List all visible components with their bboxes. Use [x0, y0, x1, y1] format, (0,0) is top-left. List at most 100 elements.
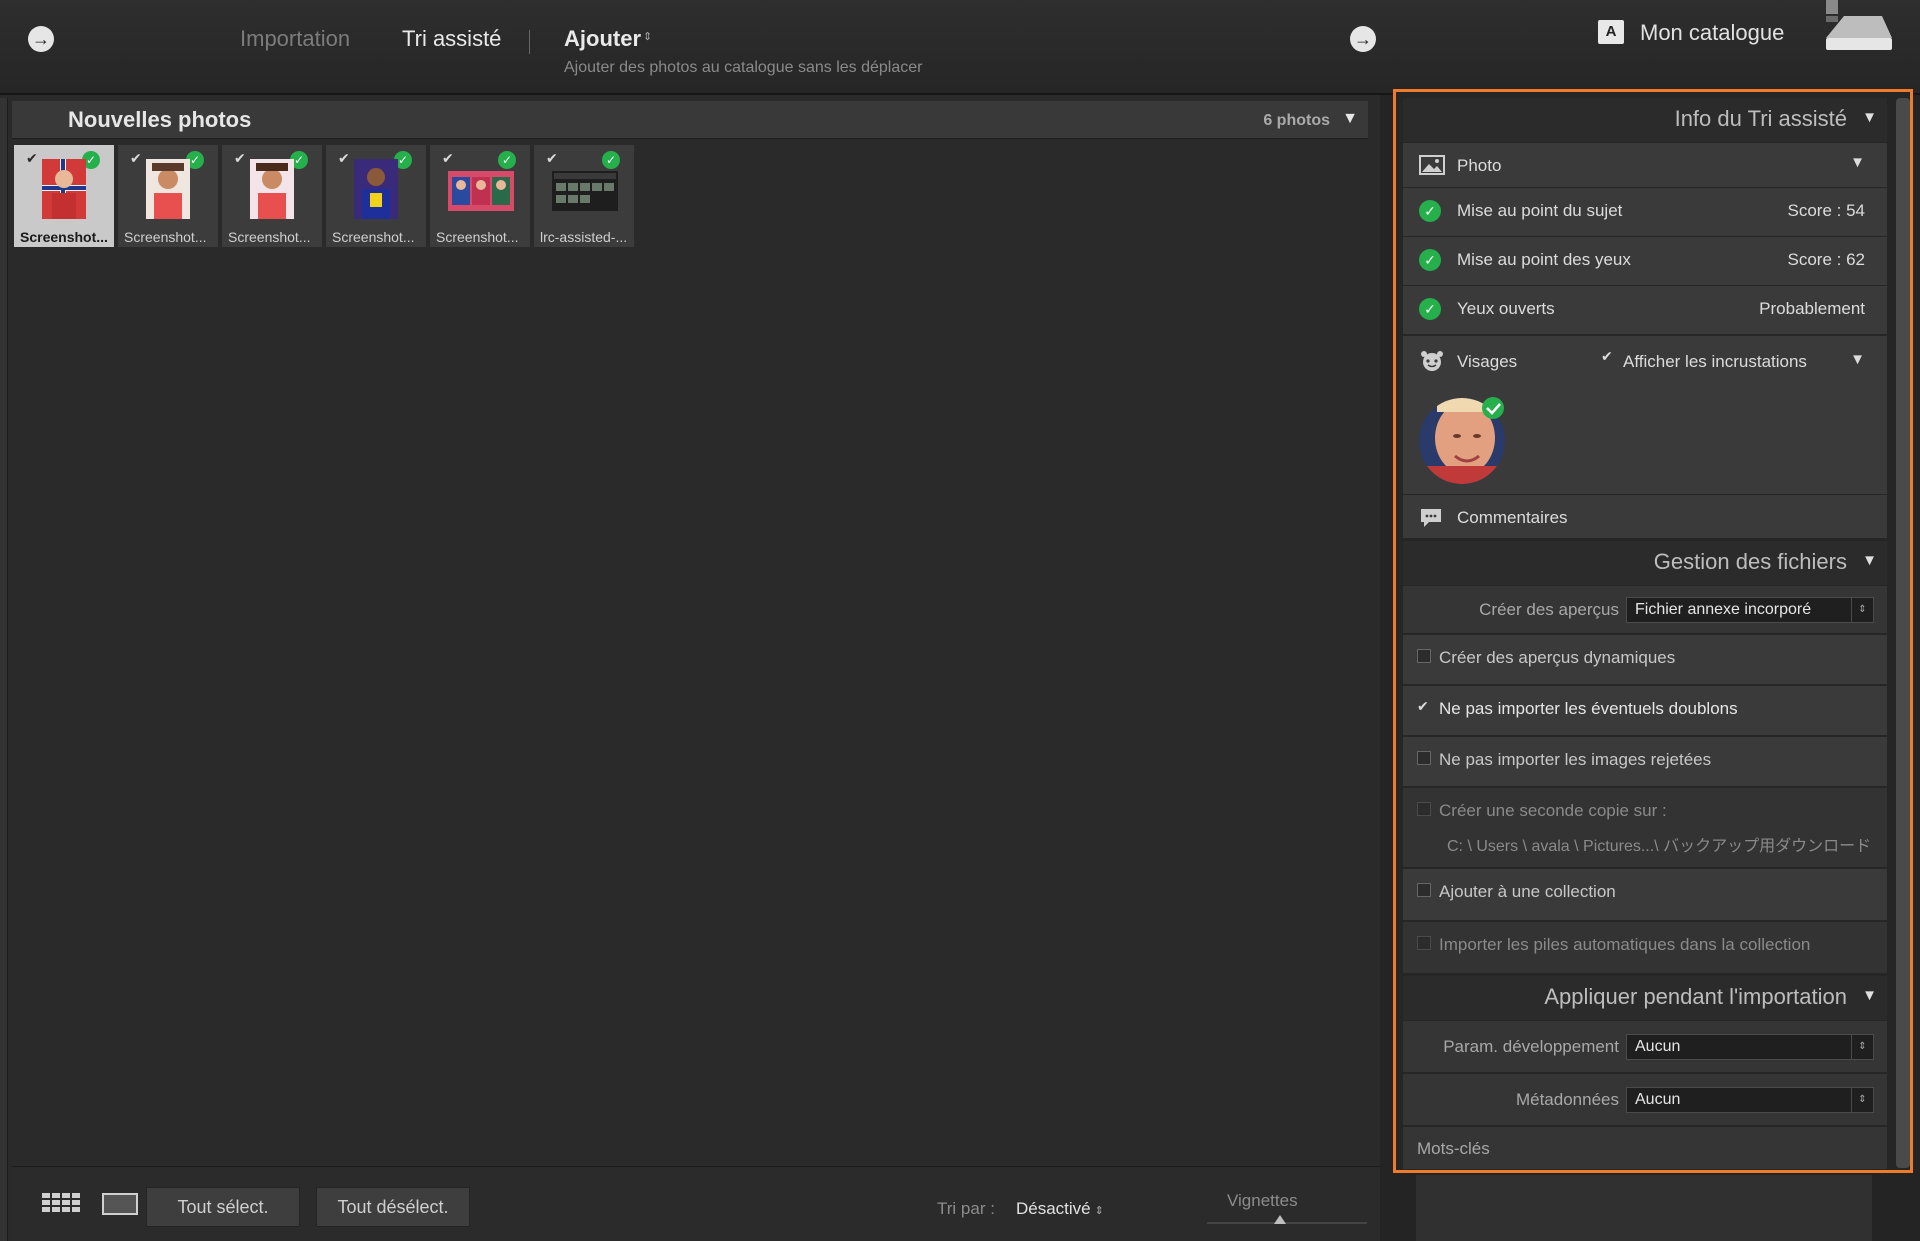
check-label: Mise au point du sujet [1457, 201, 1623, 220]
keywords-area[interactable] [1416, 1175, 1872, 1241]
face-icon [1421, 351, 1443, 371]
collapse-caret-icon[interactable]: ▼ [1862, 552, 1877, 569]
check-row: ✓ Yeux ouverts Probablement [1403, 286, 1887, 335]
forward-arrow-icon[interactable]: → [1350, 26, 1376, 52]
photo-thumbnail[interactable]: ✔ ✓ lrc-assisted-... [533, 144, 635, 248]
previews-select[interactable]: Fichier annexe incorporé ⇕ [1626, 597, 1874, 623]
check-circle-icon: ✓ [498, 151, 516, 169]
check-circle-icon: ✓ [602, 151, 620, 169]
checkbox-checked-icon[interactable]: ✔ [130, 151, 144, 165]
photo-row[interactable]: Photo ▼ [1403, 143, 1887, 188]
check-label: Yeux ouverts [1457, 299, 1555, 318]
keywords-label: Mots-clés [1417, 1139, 1490, 1158]
photo-label: Photo [1457, 156, 1502, 175]
thumbnail-caption: lrc-assisted-... [540, 229, 628, 245]
metadata-select[interactable]: Aucun ⇕ [1626, 1087, 1874, 1113]
section-title: Appliquer pendant l'importation [1544, 984, 1847, 1009]
comments-label: Commentaires [1457, 508, 1568, 527]
panel-scrollbar[interactable] [1896, 98, 1910, 1168]
bottom-toolbar: Tout sélect. Tout désélect. Tri par : Dé… [12, 1166, 1392, 1241]
show-overlays-label[interactable]: Afficher les incrustations [1623, 352, 1807, 372]
left-panel-edge[interactable] [0, 98, 8, 1241]
tab-ajouter[interactable]: Ajouter ⇕ [564, 26, 652, 52]
collapse-caret-icon[interactable]: ▼ [1862, 109, 1877, 126]
previews-label: Créer des aperçus [1479, 600, 1619, 619]
thumbnail-size-label: Vignettes [1227, 1191, 1298, 1210]
section-header-apply[interactable]: Appliquer pendant l'importation ▼ [1403, 976, 1887, 1020]
drive-icon[interactable] [1824, 0, 1894, 52]
stacks-label: Importer les piles automatiques dans la … [1439, 935, 1811, 954]
comments-row[interactable]: Commentaires [1403, 495, 1887, 539]
photo-thumbnail[interactable]: ✔ ✓ Screenshot... [13, 144, 115, 248]
option-label: Ne pas importer les éventuels doublons [1439, 699, 1738, 718]
image-icon [1419, 155, 1445, 175]
loupe-view-icon[interactable] [102, 1193, 138, 1215]
checkbox[interactable] [1417, 649, 1431, 663]
collapse-caret-icon[interactable]: ▼ [1850, 154, 1865, 171]
develop-row: Param. développement Aucun ⇕ [1403, 1021, 1887, 1073]
sort-label: Tri par : [937, 1199, 995, 1218]
keywords-row[interactable]: Mots-clés [1403, 1127, 1887, 1169]
check-row: ✓ Mise au point du sujet Score : 54 [1403, 188, 1887, 237]
faces-label: Visages [1457, 352, 1518, 371]
tab-separator [529, 30, 530, 54]
thumbnail-image [552, 171, 618, 211]
collapse-caret-icon[interactable]: ▼ [1850, 351, 1865, 368]
photo-thumbnail[interactable]: ✔ ✓ Screenshot... [117, 144, 219, 248]
checkbox[interactable] [1417, 936, 1431, 950]
deselect-all-button[interactable]: Tout désélect. [316, 1187, 470, 1227]
photo-thumbnail[interactable]: ✔ ✓ Screenshot... [325, 144, 427, 248]
thumbnail-caption: Screenshot... [124, 229, 207, 245]
tab-ajouter-label: Ajouter [564, 26, 641, 51]
checkbox[interactable] [1417, 802, 1431, 816]
option-row[interactable]: Ne pas importer les images rejetées [1403, 737, 1887, 787]
collapse-caret-icon[interactable]: ▼ [1862, 987, 1877, 1004]
checkbox-checked-icon[interactable]: ✔ [442, 151, 456, 165]
metadata-value: Aucun [1635, 1091, 1681, 1108]
check-circle-icon: ✓ [1419, 200, 1441, 222]
checkbox-checked-icon[interactable]: ✔ [26, 151, 40, 165]
tab-tri-assiste[interactable]: Tri assisté [402, 26, 501, 52]
option-row[interactable]: ✔ Ne pas importer les éventuels doublons [1403, 686, 1887, 736]
checkbox-checked-icon[interactable]: ✔ [1601, 348, 1613, 365]
second-copy-label: Créer une seconde copie sur : [1439, 801, 1667, 820]
section-header-info[interactable]: Info du Tri assisté ▼ [1403, 98, 1887, 142]
select-all-button[interactable]: Tout sélect. [146, 1187, 300, 1227]
photo-thumbnail[interactable]: ✔ ✓ Screenshot... [221, 144, 323, 248]
checkbox[interactable] [1417, 883, 1431, 897]
thumbnail-image [448, 171, 514, 211]
updown-icon: ⇕ [1851, 1035, 1873, 1059]
develop-select[interactable]: Aucun ⇕ [1626, 1034, 1874, 1060]
checkbox-checked-icon[interactable]: ✔ [1417, 699, 1431, 714]
tab-importation[interactable]: Importation [240, 26, 350, 52]
sort-value: Désactivé [1016, 1199, 1091, 1218]
stacks-row[interactable]: Importer les piles automatiques dans la … [1403, 922, 1887, 974]
previews-row: Créer des aperçus Fichier annexe incorpo… [1403, 586, 1887, 634]
photo-thumbnail[interactable]: ✔ ✓ Screenshot... [429, 144, 531, 248]
checkbox[interactable] [1417, 751, 1431, 765]
catalog-name[interactable]: Mon catalogue [1640, 20, 1784, 46]
collapse-caret-icon[interactable]: ▼ [1342, 110, 1358, 128]
slider-handle[interactable] [1274, 1215, 1286, 1224]
thumbnail-size-slider[interactable] [1207, 1222, 1367, 1224]
second-copy-row[interactable]: Créer une seconde copie sur : C: \ Users… [1403, 788, 1887, 868]
section-header-files[interactable]: Gestion des fichiers ▼ [1403, 541, 1887, 585]
option-label: Ne pas importer les images rejetées [1439, 750, 1712, 769]
collection-label: Ajouter à une collection [1439, 882, 1616, 901]
ajouter-subtitle: Ajouter des photos au catalogue sans les… [564, 59, 923, 76]
collection-row[interactable]: Ajouter à une collection [1403, 869, 1887, 921]
back-arrow-icon[interactable]: → [28, 26, 54, 52]
updown-icon: ⇕ [643, 31, 653, 43]
sort-dropdown[interactable]: Désactivé ⇕ [1016, 1199, 1104, 1219]
checkbox-checked-icon[interactable]: ✔ [546, 151, 560, 165]
thumbnail-image [354, 159, 398, 219]
checkbox-checked-icon[interactable]: ✔ [338, 151, 352, 165]
metadata-label: Métadonnées [1515, 1090, 1619, 1109]
photo-count: 6 photos [1263, 112, 1330, 129]
checkbox-checked-icon[interactable]: ✔ [234, 151, 248, 165]
face-thumbnail[interactable] [1417, 396, 1507, 486]
grid-view-icon[interactable] [42, 1193, 80, 1217]
grid-header: Nouvelles photos 6 photos ▼ [12, 101, 1368, 139]
option-row[interactable]: Créer des aperçus dynamiques [1403, 635, 1887, 685]
develop-value: Aucun [1635, 1038, 1681, 1055]
